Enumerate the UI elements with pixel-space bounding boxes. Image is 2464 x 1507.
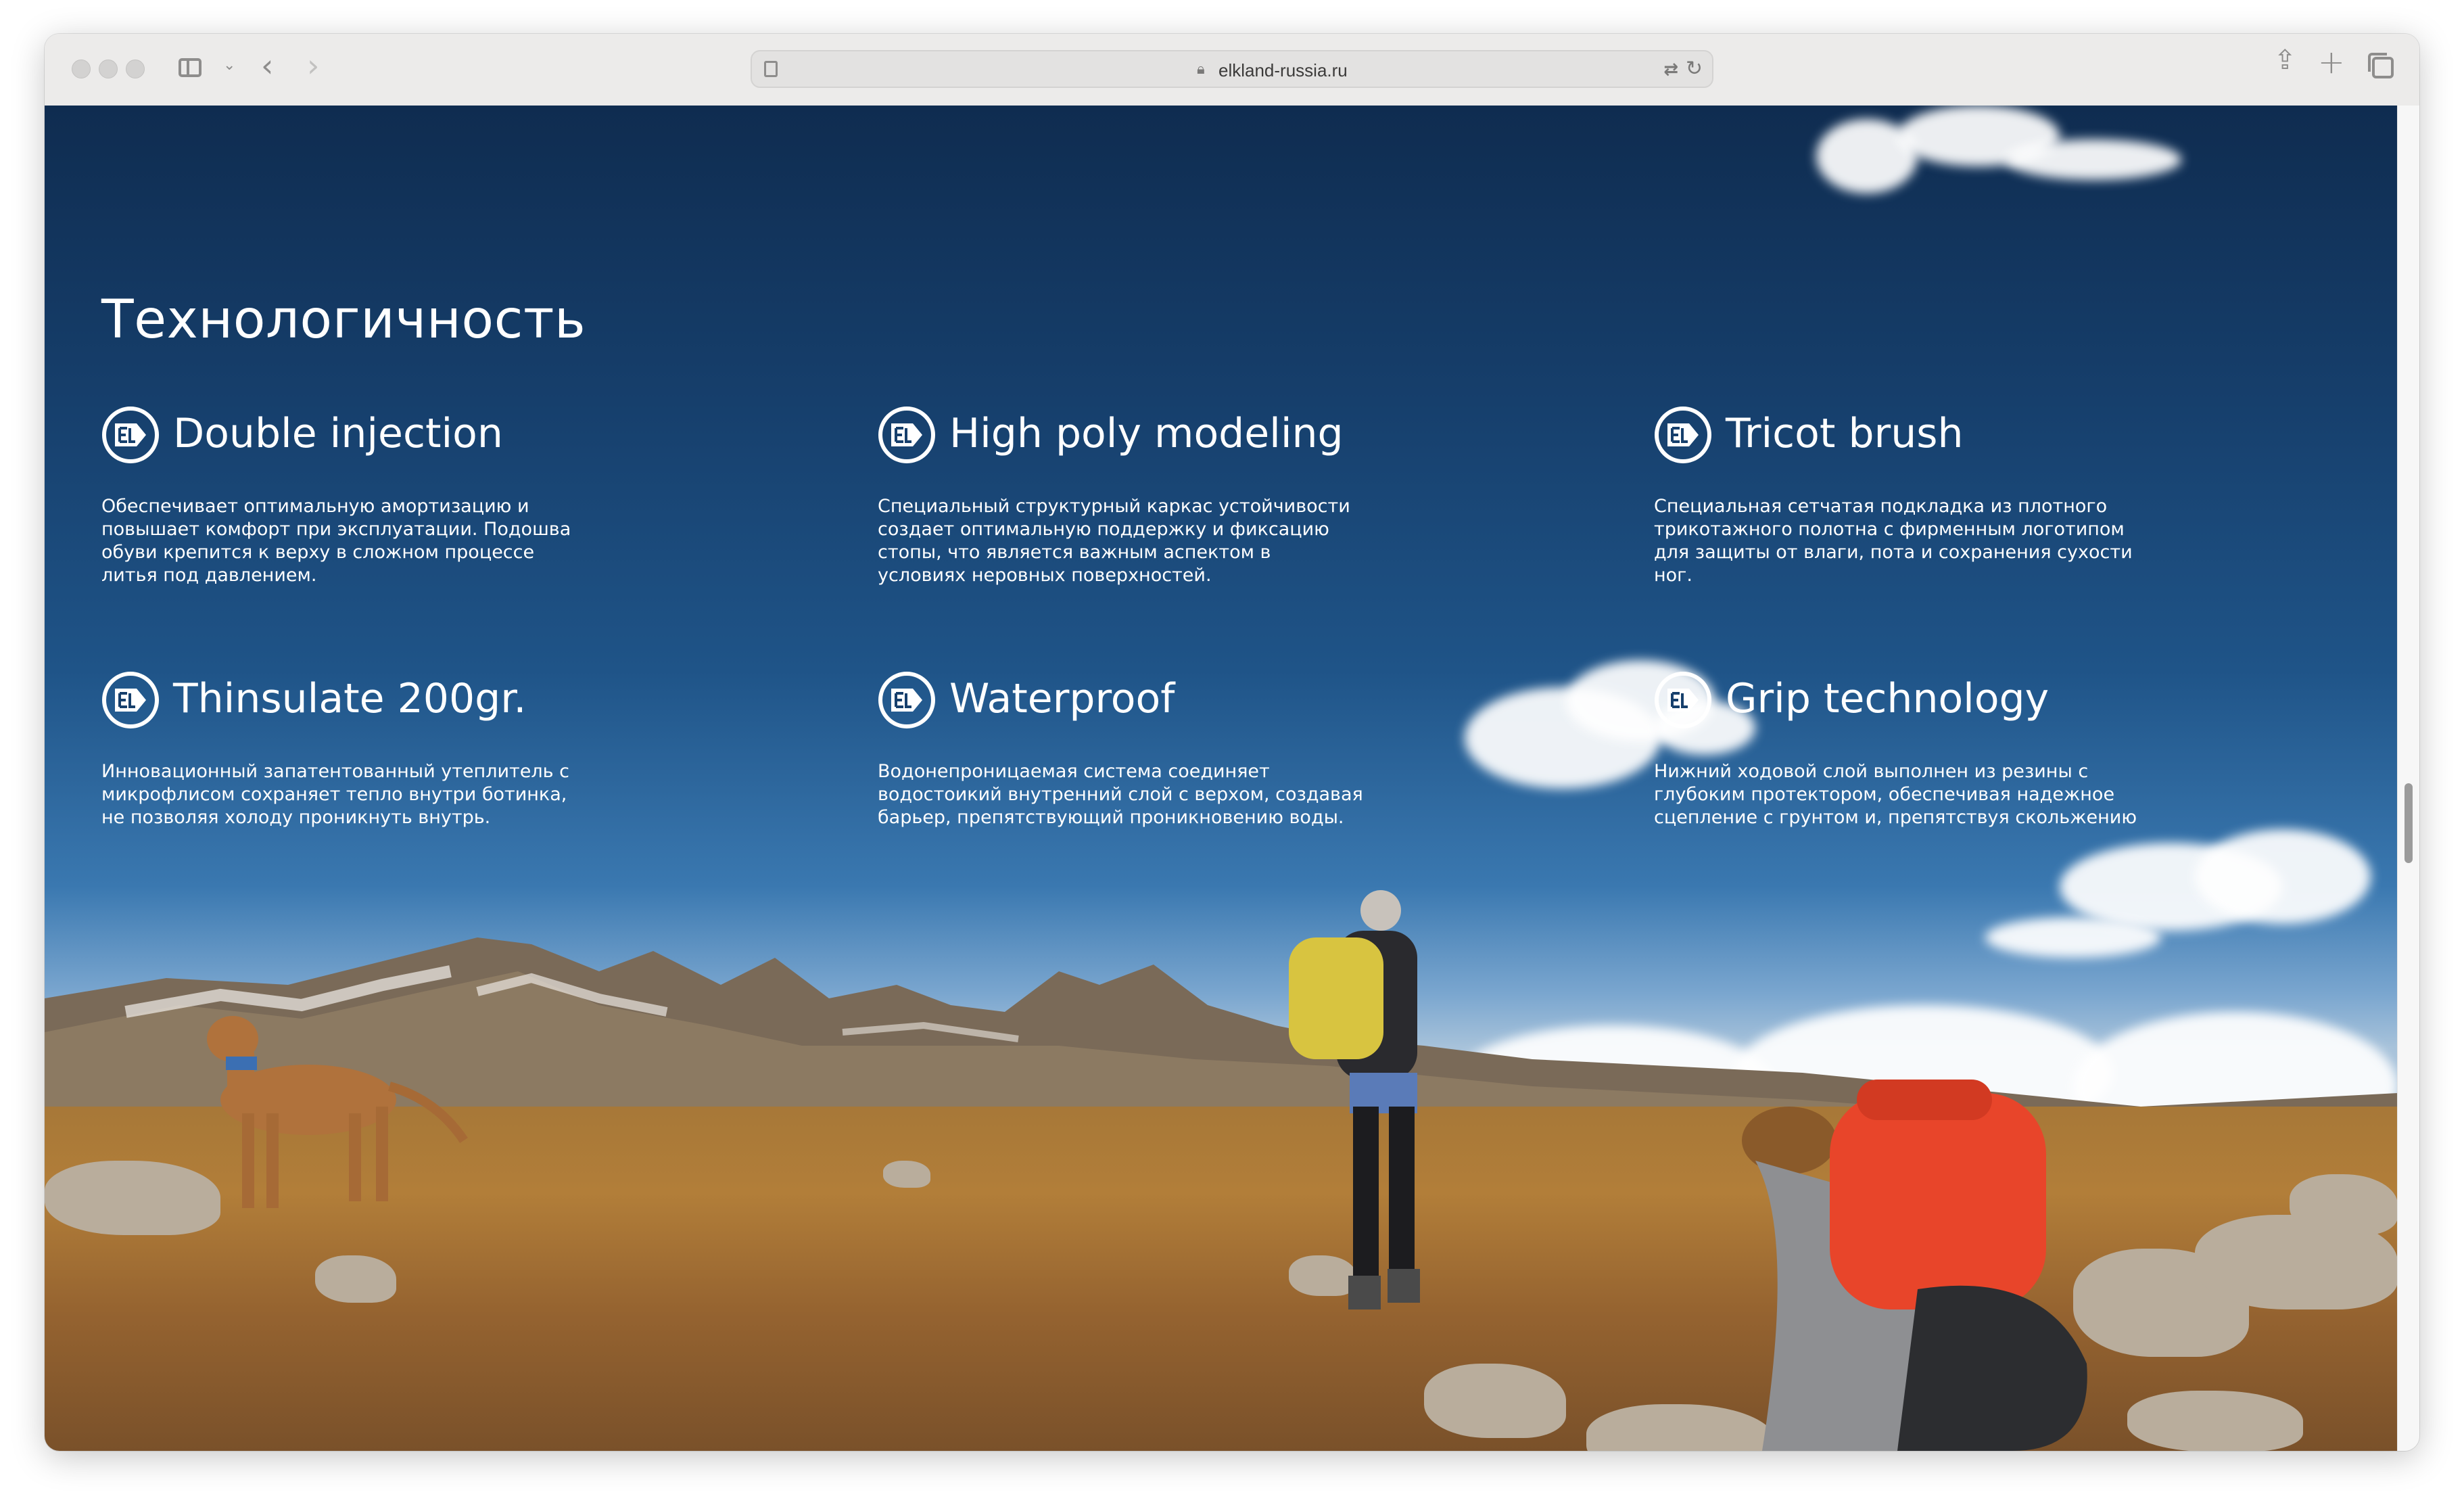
zoom-window-button[interactable] <box>126 60 145 78</box>
hiker-orange-backpack-image <box>1742 1080 2087 1451</box>
el-logo-icon <box>102 672 159 728</box>
browser-window: ⌄ ‹ › 🔒︎ elkland-russia.ru ⇄ ↻ ⇪ + Техно… <box>45 34 2419 1451</box>
feature-title: Tricot brush <box>1726 410 1964 457</box>
feature-title: Double injection <box>173 410 503 457</box>
feature-card: Double injection Обеспечивает оптимальну… <box>101 406 588 587</box>
reader-icon[interactable] <box>764 61 778 77</box>
el-logo-icon <box>102 407 159 463</box>
address-bar[interactable]: 🔒︎ elkland-russia.ru ⇄ ↻ <box>751 50 1713 88</box>
feature-card: Waterproof Водонепроницаемая система сое… <box>878 671 1365 829</box>
feature-description: Специальный структурный каркас устойчиво… <box>878 496 1350 586</box>
feature-description: Нижний ходовой слой выполнен из резины с… <box>1654 761 2137 828</box>
feature-card: Thinsulate 200gr. Инновационный запатент… <box>101 671 588 829</box>
chevron-down-icon[interactable]: ⌄ <box>223 57 235 74</box>
feature-title: High poly modeling <box>949 410 1344 457</box>
section-title: Технологичность <box>101 289 586 350</box>
scrollbar-thumb[interactable] <box>2404 783 2413 863</box>
feature-description: Специальная сетчатая подкладка из плотно… <box>1654 496 2133 586</box>
feature-description: Обеспечивает оптимальную амортизацию и п… <box>101 496 571 586</box>
feature-title: Thinsulate 200gr. <box>173 675 527 722</box>
reload-icon[interactable]: ↻ <box>1686 57 1703 80</box>
el-logo-icon <box>878 672 935 728</box>
hiker-yellow-backpack-image <box>1289 890 1420 1309</box>
page-scrollbar[interactable] <box>2397 106 2419 1451</box>
el-logo-icon <box>878 407 935 463</box>
url-text[interactable]: elkland-russia.ru <box>1218 60 1348 81</box>
feature-title: Waterproof <box>949 675 1175 722</box>
translate-icon[interactable]: ⇄ <box>1663 60 1678 80</box>
dog-image <box>207 1016 468 1208</box>
lock-icon: 🔒︎ <box>1197 61 1205 78</box>
sidebar-icon[interactable] <box>179 58 202 77</box>
minimize-window-button[interactable] <box>99 60 118 78</box>
forward-arrow-icon[interactable]: › <box>307 47 319 84</box>
feature-card: Tricot brush Специальная сетчатая подкла… <box>1654 406 2141 587</box>
feature-description: Инновационный запатентованный утеплитель… <box>101 761 569 828</box>
new-tab-icon[interactable]: + <box>2318 43 2345 81</box>
el-logo-icon <box>1655 407 1711 463</box>
el-logo-icon <box>1655 672 1711 728</box>
page-content: Технологичность Double injection Обеспеч… <box>45 106 2398 1451</box>
browser-toolbar: ⌄ ‹ › 🔒︎ elkland-russia.ru ⇄ ↻ ⇪ + <box>45 34 2419 107</box>
back-arrow-icon[interactable]: ‹ <box>261 47 273 84</box>
share-icon[interactable]: ⇪ <box>2273 45 2296 76</box>
tab-overview-icon[interactable] <box>2368 53 2394 78</box>
feature-title: Grip technology <box>1726 675 2050 722</box>
feature-description: Водонепроницаемая система соединяет водо… <box>878 761 1363 828</box>
close-window-button[interactable] <box>72 60 91 78</box>
feature-card: High poly modeling Специальный структурн… <box>878 406 1365 587</box>
feature-card: Grip technology Нижний ходовой слой выпо… <box>1654 671 2141 829</box>
